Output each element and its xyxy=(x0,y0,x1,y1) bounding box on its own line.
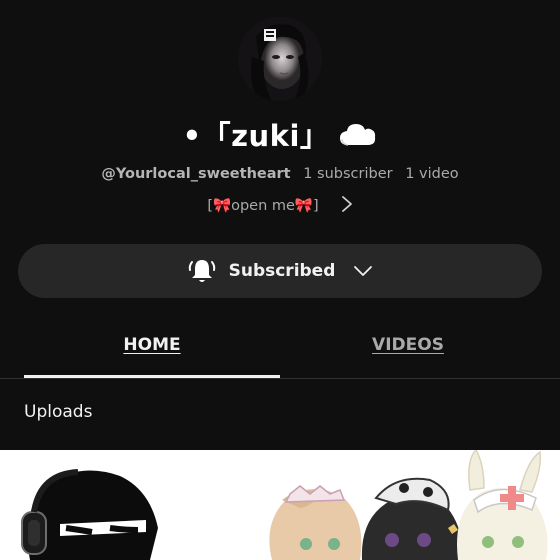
channel-about-text: [🎀open me🎀] xyxy=(207,198,319,214)
active-tab-indicator xyxy=(24,375,280,378)
chevron-down-icon xyxy=(354,266,373,276)
subscribed-button[interactable]: Subscribed xyxy=(18,244,542,298)
cloud-icon xyxy=(340,124,376,146)
channel-avatar[interactable] xyxy=(238,17,322,101)
channel-page: •「zuki」 @Yourlocal_sweetheart 1 subscrib… xyxy=(0,0,560,560)
channel-about[interactable]: [🎀open me🎀] xyxy=(0,196,560,215)
channel-meta: @Yourlocal_sweetheart 1 subscriber 1 vid… xyxy=(0,166,560,182)
channel-name: •「zuki」 xyxy=(0,113,560,155)
subscribed-button-label: Subscribed xyxy=(228,261,336,281)
video-count: 1 video xyxy=(405,166,459,182)
tab-home[interactable]: HOME xyxy=(24,320,280,378)
thumbnail-image xyxy=(0,450,560,560)
avatar-image xyxy=(238,17,322,101)
channel-name-text: •「zuki」 xyxy=(182,119,330,153)
bell-icon xyxy=(188,260,215,282)
subscriber-count: 1 subscriber xyxy=(303,166,393,182)
tab-videos[interactable]: VIDEOS xyxy=(280,320,536,378)
chevron-right-icon xyxy=(341,196,352,212)
uploads-section-title: Uploads xyxy=(24,402,93,422)
channel-handle: @Yourlocal_sweetheart xyxy=(101,166,291,182)
channel-tabs: HOME VIDEOS xyxy=(0,320,560,379)
video-thumbnail[interactable] xyxy=(0,450,560,560)
